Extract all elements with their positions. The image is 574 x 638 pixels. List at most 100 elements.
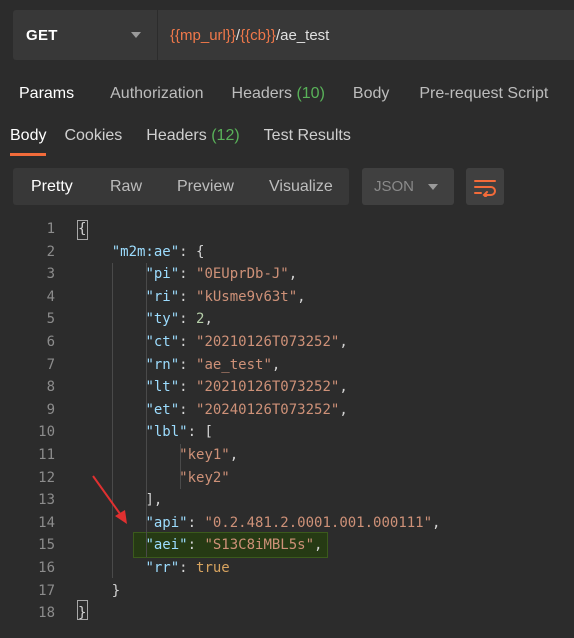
token-key: "pi" [145,266,180,283]
token-bool: true [196,559,230,576]
code-line: 2 "m2m:ae": { [0,241,574,264]
token-pun: } [111,582,121,599]
code-line: 10 "lbl": [ [0,421,574,444]
token-str: "kUsme9v63t" [196,288,298,305]
line-number: 7 [46,356,55,373]
code-line: 18} [0,602,574,625]
code-line: 5 "ty": 2, [0,308,574,331]
token-pun: : [179,288,197,305]
wrap-lines-button[interactable] [466,168,504,205]
code-line: 9 "et": "20240126T073252", [0,399,574,422]
code-text: "ct": "20210126T073252", [78,331,347,354]
caret-down-icon [131,32,141,38]
token-pun: , [204,311,213,328]
code-text: "rn": "ae_test", [78,354,280,377]
token-str: "20210126T073252" [196,333,340,350]
tab-label: Headers [146,127,207,144]
response-tab-body[interactable]: Body [10,122,47,156]
line-number: 2 [46,243,55,260]
line-number: 5 [46,311,55,328]
token-str: "0.2.481.2.0001.001.000111" [204,514,433,531]
view-visualize-button[interactable]: Visualize [269,178,333,196]
tab-count: (12) [211,127,240,144]
token-pun [78,560,145,576]
code-line: 16 "rr": true [0,557,574,580]
token-pun [78,244,112,260]
token-str: "key1" [179,446,230,463]
line-number: 16 [38,559,55,576]
method-label: GET [26,26,58,44]
token-pun: , [297,288,306,305]
code-text: "lt": "20210126T073252", [78,376,348,399]
token-pun: , [288,266,298,283]
code-line: 4 "ri": "kUsme9v63t", [0,286,574,309]
code-text: "aei": "S13C8iMBL5s", [78,534,322,557]
line-number: 17 [38,582,55,599]
tab-headers[interactable]: Headers (10) [232,85,353,103]
line-number: 8 [46,379,55,396]
tab-body[interactable]: Body [353,85,419,103]
token-pun: : [179,266,197,283]
token-key: "et" [145,401,180,418]
code-line: 3 "pi": "0EUprDb-J", [0,263,574,286]
tab-pre-request-script[interactable]: Pre-request Script [419,85,548,103]
code-line: 7 "rn": "ae_test", [0,354,574,377]
format-select[interactable]: JSON [362,168,454,205]
tab-label: Headers [231,85,292,102]
line-number: 10 [38,424,55,441]
code-line: 1{ [0,218,574,241]
method-select[interactable]: GET [13,10,158,60]
line-number: 6 [46,333,55,350]
tab-count: (10) [296,85,325,102]
token-pun: : [179,333,197,350]
token-pun [78,402,145,418]
url-text: /ae_test [275,26,330,44]
token-key: "lbl" [145,424,188,441]
token-pun: , [339,379,348,396]
tab-label: Authorization [110,85,204,102]
code-line: 17 } [0,580,574,603]
line-number: 15 [38,537,55,554]
view-pretty-button[interactable]: Pretty [31,178,73,196]
line-number: 11 [38,446,55,463]
line-number: 4 [46,288,55,305]
tab-params[interactable]: Params [0,85,98,103]
url-variable: {{cb}} [240,26,276,44]
response-tab-test-results[interactable]: Test Results [264,122,351,156]
code-line: 8 "lt": "20210126T073252", [0,376,574,399]
view-preview-button[interactable]: Preview [177,178,234,196]
token-str: "ae_test" [196,356,272,373]
token-pun [78,447,179,463]
token-str: "20240126T073252" [196,401,340,418]
line-number: 18 [38,605,55,622]
token-pun [78,311,145,327]
token-pun [78,379,145,395]
url-input[interactable]: {{mp_url}}/{{cb}}/ae_test [158,27,574,44]
token-key: "m2m:ae" [111,243,180,260]
token-pun: { [78,221,87,237]
code-text: "rr": true [78,557,230,580]
token-key: "rr" [145,559,180,576]
token-pun: : [ [187,424,213,441]
code-text: } [78,580,120,603]
tab-label: Pre-request Script [419,85,549,102]
response-tab-cookies[interactable]: Cookies [64,122,122,156]
token-key: "ri" [145,288,180,305]
code-text: { [78,218,86,241]
code-text: "ty": 2, [78,308,213,331]
token-pun [78,289,145,305]
token-str: "0EUprDb-J" [196,266,289,283]
token-pun: , [271,356,281,373]
response-body[interactable]: 1{2 "m2m:ae": {3 "pi": "0EUprDb-J", 4 "ri… [0,218,574,625]
token-pun: : [179,559,197,576]
response-tab-headers[interactable]: Headers (12) [146,122,239,156]
url-variable: {{mp_url}} [170,26,236,44]
view-raw-button[interactable]: Raw [110,178,142,196]
token-pun: : [179,311,197,328]
token-key: "rn" [145,356,180,373]
line-number: 3 [46,266,55,283]
line-number: 1 [46,221,55,237]
code-text: "lbl": [ [78,421,213,444]
token-pun [78,334,145,350]
tab-authorization[interactable]: Authorization [110,85,231,103]
